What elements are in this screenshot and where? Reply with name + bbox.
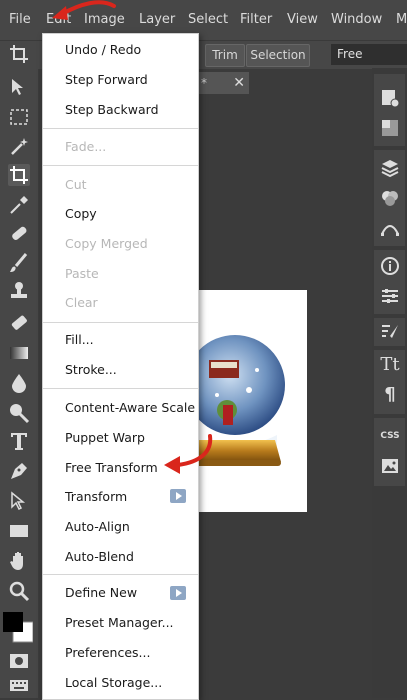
layers-icon[interactable] bbox=[380, 158, 400, 178]
menu-item-copy-merged[interactable]: Copy Merged bbox=[65, 236, 148, 251]
type-panel-group: Tt ¶ bbox=[374, 350, 405, 414]
annotation-arrow-edit-icon bbox=[52, 0, 116, 20]
path-select-tool-icon[interactable] bbox=[8, 490, 30, 512]
dodge-tool-icon[interactable] bbox=[8, 402, 30, 424]
selection-button[interactable]: Selection bbox=[246, 44, 310, 67]
gradient-tool-icon[interactable] bbox=[8, 342, 30, 364]
hand-tool-icon[interactable] bbox=[8, 550, 30, 572]
channels-icon[interactable] bbox=[380, 188, 400, 208]
menu-item-step-forward[interactable]: Step Forward bbox=[65, 72, 148, 87]
blur-tool-icon[interactable] bbox=[8, 372, 30, 394]
menu-item-puppet-warp[interactable]: Puppet Warp bbox=[65, 430, 145, 445]
menu-view[interactable]: View bbox=[287, 12, 318, 27]
menu-item-free-transform[interactable]: Free Transform bbox=[65, 460, 158, 475]
menu-item-fill[interactable]: Fill... bbox=[65, 332, 94, 347]
eyedropper-tool-icon[interactable] bbox=[8, 194, 30, 216]
history-icon[interactable] bbox=[380, 88, 400, 108]
tool-bar bbox=[0, 68, 38, 698]
menu-more[interactable]: M bbox=[396, 12, 407, 27]
shape-tool-icon[interactable] bbox=[8, 520, 30, 542]
info-panel-group bbox=[374, 250, 405, 314]
menu-item-stroke[interactable]: Stroke... bbox=[65, 362, 117, 377]
menu-item-fade[interactable]: Fade... bbox=[65, 139, 106, 154]
menu-item-preferences[interactable]: Preferences... bbox=[65, 645, 150, 660]
menu-select[interactable]: Select bbox=[188, 12, 228, 27]
define-new-submenu-arrow-icon[interactable] bbox=[170, 586, 186, 600]
crop-tool-active-icon[interactable] bbox=[8, 164, 30, 186]
move-tool-icon[interactable] bbox=[8, 76, 30, 98]
adjustments-icon[interactable] bbox=[380, 286, 400, 306]
history-panel-group bbox=[374, 74, 405, 146]
css-icon[interactable]: CSS bbox=[380, 426, 400, 446]
menu-item-define-new[interactable]: Define New bbox=[65, 585, 137, 600]
menu-item-auto-align[interactable]: Auto-Align bbox=[65, 519, 130, 534]
menu-item-paste[interactable]: Paste bbox=[65, 266, 99, 281]
info-icon[interactable] bbox=[380, 256, 400, 276]
ratio-value: Free bbox=[337, 47, 363, 61]
close-icon[interactable]: ✕ bbox=[233, 72, 245, 94]
document-tab[interactable]: * ✕ bbox=[197, 72, 249, 94]
swatches-icon[interactable] bbox=[380, 118, 400, 138]
menu-item-undo-redo[interactable]: Undo / Redo bbox=[65, 42, 141, 57]
pen-tool-icon[interactable] bbox=[8, 460, 30, 482]
color-swatches-icon[interactable] bbox=[3, 610, 34, 644]
menu-filter[interactable]: Filter bbox=[240, 12, 272, 27]
menu-window[interactable]: Window bbox=[331, 12, 382, 27]
magic-wand-tool-icon[interactable] bbox=[8, 136, 30, 158]
type-tool-icon[interactable] bbox=[8, 430, 30, 452]
menu-item-preset-manager[interactable]: Preset Manager... bbox=[65, 615, 174, 630]
image-icon[interactable] bbox=[380, 456, 400, 476]
zoom-tool-icon[interactable] bbox=[8, 580, 30, 602]
paragraph-icon[interactable]: ¶ bbox=[380, 384, 400, 405]
marquee-tool-icon[interactable] bbox=[8, 106, 30, 128]
menu-item-content-aware-scale[interactable]: Content-Aware Scale bbox=[65, 400, 195, 415]
menu-separator bbox=[43, 322, 198, 323]
brush-panel-group bbox=[374, 318, 405, 346]
menu-item-clear[interactable]: Clear bbox=[65, 295, 98, 310]
menu-item-copy[interactable]: Copy bbox=[65, 206, 97, 221]
annotation-arrow-free-transform-icon bbox=[164, 434, 213, 474]
keyboard-icon[interactable] bbox=[8, 674, 30, 696]
eraser-tool-icon[interactable] bbox=[8, 312, 30, 334]
layers-panel-group bbox=[374, 150, 405, 246]
quick-mask-icon[interactable] bbox=[8, 650, 30, 672]
menu-item-cut[interactable]: Cut bbox=[65, 177, 87, 192]
document-tab-label: * bbox=[201, 76, 207, 90]
menu-separator bbox=[43, 165, 198, 166]
healing-tool-icon[interactable] bbox=[8, 222, 30, 244]
crop-tool-icon[interactable] bbox=[8, 43, 30, 65]
ratio-select[interactable]: Free bbox=[331, 44, 407, 65]
transform-submenu-arrow-icon[interactable] bbox=[170, 489, 186, 503]
menu-file[interactable]: File bbox=[9, 12, 31, 27]
menu-item-transform[interactable]: Transform bbox=[65, 489, 127, 504]
menu-item-step-backward[interactable]: Step Backward bbox=[65, 102, 159, 117]
trim-button[interactable]: Trim bbox=[205, 44, 245, 67]
character-icon[interactable]: Tt bbox=[380, 354, 400, 375]
menu-separator bbox=[43, 388, 198, 389]
brush-tool-icon[interactable] bbox=[8, 252, 30, 274]
menu-item-local-storage[interactable]: Local Storage... bbox=[65, 675, 162, 690]
menu-separator bbox=[43, 128, 198, 129]
menu-item-auto-blend[interactable]: Auto-Blend bbox=[65, 549, 134, 564]
right-panel: Tt ¶ CSS bbox=[372, 68, 407, 698]
css-panel-group: CSS bbox=[374, 418, 405, 486]
menu-separator bbox=[43, 574, 198, 575]
paths-icon[interactable] bbox=[380, 218, 400, 238]
brush-settings-icon[interactable] bbox=[380, 322, 400, 342]
stamp-tool-icon[interactable] bbox=[8, 280, 30, 302]
menu-layer[interactable]: Layer bbox=[139, 12, 175, 27]
